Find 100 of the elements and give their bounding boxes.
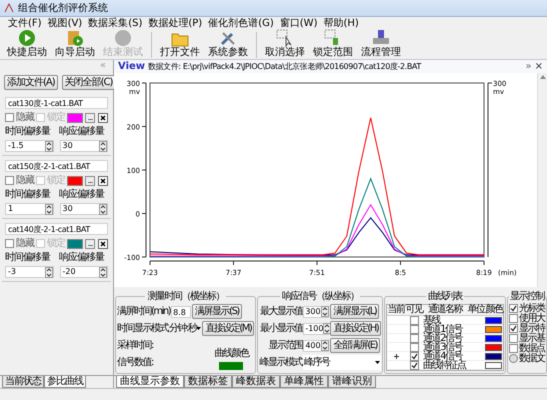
add-file-button[interactable]: 添加文件(A) xyxy=(4,75,58,90)
bottom-tab[interactable]: 谱峰识别 xyxy=(328,376,376,388)
menu-item[interactable]: 文件(F) xyxy=(8,18,42,30)
close-icon[interactable] xyxy=(98,238,108,248)
toolbar-button[interactable]: 锁定范围 xyxy=(310,29,356,58)
response-offset-field[interactable]: 30 xyxy=(60,140,108,152)
color-swatch[interactable] xyxy=(67,176,83,186)
peak-mode-dropdown[interactable]: 峰序号 xyxy=(302,355,382,370)
menu-item[interactable]: 数据处理(P) xyxy=(148,18,202,30)
color-swatch[interactable] xyxy=(485,362,502,368)
color-swatch[interactable] xyxy=(67,112,83,122)
checkbox[interactable] xyxy=(509,304,518,313)
menu-item[interactable]: 视图(V) xyxy=(48,18,82,30)
more-button[interactable]: ... xyxy=(85,176,95,186)
option-label: 显示特 xyxy=(519,324,545,333)
toolbar-button[interactable]: 向导启动 xyxy=(52,29,98,58)
curve-row[interactable]: 通道2信号 xyxy=(387,334,504,343)
checkbox[interactable] xyxy=(5,113,14,122)
menu-item[interactable]: 窗口(W) xyxy=(280,18,318,30)
close-icon[interactable] xyxy=(98,176,108,186)
full-time-field[interactable]: 8.8 xyxy=(171,306,192,318)
checkbox[interactable] xyxy=(509,344,518,353)
curve-row[interactable]: 曲线特征点 xyxy=(387,361,504,370)
table-cell-text: 通道1信号 xyxy=(423,324,464,334)
min-value-field[interactable]: -100 xyxy=(303,322,330,334)
checkbox[interactable] xyxy=(5,239,14,248)
time-mode-dropdown[interactable]: 分钟:秒 xyxy=(169,321,202,336)
more-button[interactable]: ... xyxy=(85,112,95,122)
checkbox[interactable] xyxy=(5,176,14,185)
spinner-icon[interactable] xyxy=(44,140,52,152)
panel-tab[interactable]: 当前状态 xyxy=(2,376,44,388)
file-name-field[interactable]: cat130度-1-cat1.BAT xyxy=(5,97,108,109)
panel-tab[interactable]: 参比曲线 xyxy=(44,376,86,388)
full-screen-button[interactable]: 满屏显示(S) xyxy=(192,304,242,319)
toolbar-button[interactable]: 流程管理 xyxy=(358,29,404,58)
response-offset-label: 响应偏移量 xyxy=(59,126,104,138)
scrollbar[interactable] xyxy=(537,73,547,287)
spinner-icon[interactable] xyxy=(320,340,329,351)
check-icon xyxy=(510,305,518,312)
file-name-field[interactable]: cat140度-2-1-cat1.BAT xyxy=(5,223,108,235)
time-offset-field[interactable]: 1 xyxy=(5,203,54,215)
spinner-icon[interactable] xyxy=(99,140,107,152)
direct-set-button[interactable]: 直接设定(M) xyxy=(202,321,254,336)
toolbar-button[interactable]: 打开文件 xyxy=(157,31,203,58)
checkbox[interactable] xyxy=(509,324,518,333)
bottom-tab[interactable]: 曲线显示参数 xyxy=(116,376,184,388)
color-swatch[interactable] xyxy=(485,326,502,332)
full-screen-button[interactable]: 满屏显示(L) xyxy=(330,304,380,319)
response-offset-field[interactable]: 30 xyxy=(60,203,108,215)
bottom-tab[interactable]: 单峰属性 xyxy=(280,376,328,388)
dropdown-caret-icon xyxy=(196,327,202,330)
all-full-button[interactable]: 全部满屏(E) xyxy=(330,338,380,353)
curve-row[interactable]: 通道3信号 xyxy=(387,343,504,352)
time-offset-label: 时间偏移量 xyxy=(5,252,52,264)
spinner-icon[interactable] xyxy=(99,204,107,214)
spinner-icon[interactable] xyxy=(44,266,52,278)
toolbar-button[interactable]: 系统参数 xyxy=(205,29,251,58)
radio-button[interactable] xyxy=(509,354,518,363)
color-swatch[interactable] xyxy=(485,352,502,360)
menu-item[interactable]: 数据采集(S) xyxy=(88,18,142,30)
time-offset-label: 时间偏移量 xyxy=(5,189,52,201)
menu-item[interactable]: 催化剂色谱(G) xyxy=(208,18,274,30)
stop-circle-icon xyxy=(114,29,132,47)
spinner-icon[interactable] xyxy=(44,204,52,214)
checkbox[interactable] xyxy=(509,314,518,323)
group-title: 曲线列表 xyxy=(428,291,462,302)
color-swatch[interactable] xyxy=(67,238,83,248)
file-name-field[interactable]: cat150度-2-1-cat1.BAT xyxy=(5,160,108,172)
toolbar-button[interactable]: 取消选择 xyxy=(262,29,308,58)
expand-button[interactable]: » xyxy=(525,59,532,74)
curve-color-swatch[interactable] xyxy=(219,362,244,370)
response-offset-field[interactable]: -20 xyxy=(60,266,108,278)
toolbar-button[interactable]: 快捷启动 xyxy=(4,29,50,58)
spinner-icon[interactable] xyxy=(320,306,329,317)
time-offset-field[interactable]: -1.5 xyxy=(5,140,54,152)
option-label: 光标类 xyxy=(519,304,545,313)
max-value-field[interactable]: 300 xyxy=(303,306,330,318)
direct-set-button[interactable]: 直接设定(H) xyxy=(330,321,382,336)
sample-time-label: 采样时间: xyxy=(117,338,153,353)
time-offset-field[interactable]: -3 xyxy=(5,266,54,278)
close-all-button[interactable]: 关闭全部(C) xyxy=(62,75,116,90)
curve-row[interactable]: 通道1信号 xyxy=(387,325,504,334)
option-label: 数据点 xyxy=(519,344,545,353)
scroll-up-icon[interactable] xyxy=(540,75,546,79)
window-title: 组合催化剂评价系统 xyxy=(18,2,108,16)
bottom-tab[interactable]: 峰数据表 xyxy=(232,376,280,388)
close-icon[interactable] xyxy=(98,112,108,122)
bottom-tab[interactable]: 数据标签 xyxy=(184,376,232,388)
curve-row[interactable]: 通道4信号 xyxy=(387,352,504,361)
menu-item[interactable]: 帮助(H) xyxy=(323,18,359,30)
range-field[interactable]: 400 xyxy=(303,340,330,352)
group-title: 响应信号（纵坐标） xyxy=(282,291,358,302)
color-swatch[interactable] xyxy=(485,316,502,324)
spinner-icon[interactable] xyxy=(99,266,107,278)
more-button[interactable]: ... xyxy=(85,238,95,248)
color-swatch[interactable] xyxy=(485,344,502,350)
spinner-icon[interactable] xyxy=(323,323,332,334)
color-swatch[interactable] xyxy=(485,334,502,342)
close-button[interactable]: × xyxy=(534,59,543,74)
checkbox[interactable] xyxy=(509,334,518,343)
